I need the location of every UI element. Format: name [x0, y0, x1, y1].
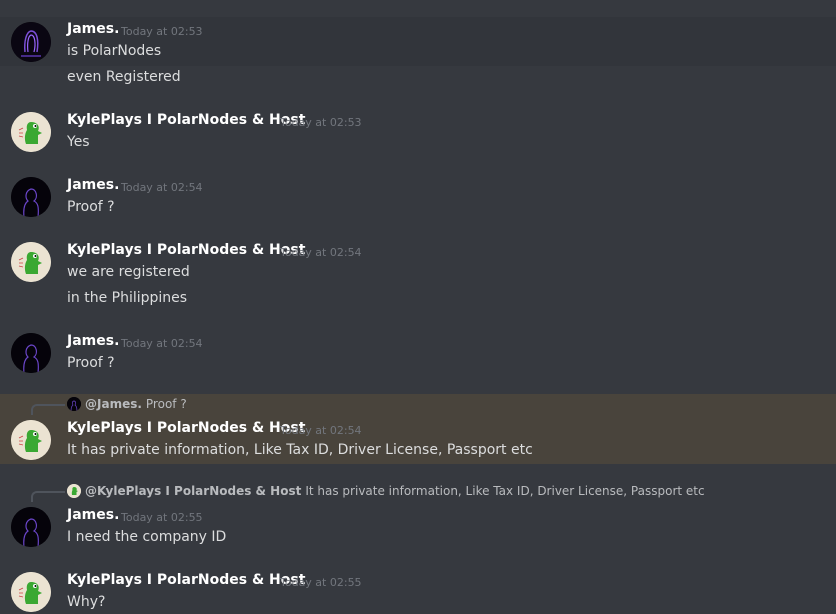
james-avatar[interactable]: [11, 22, 51, 62]
reply-reference[interactable]: @James. Proof ?: [67, 397, 187, 411]
reply-connector: [31, 491, 65, 502]
timestamp: Today at 02:54: [121, 181, 203, 194]
author-name[interactable]: James.: [67, 507, 119, 523]
message-text: Proof ?: [67, 355, 115, 371]
message-text: Proof ?: [67, 199, 115, 215]
timestamp: Today at 02:53: [280, 116, 362, 129]
message-text: It has private information, Like Tax ID,…: [67, 442, 533, 458]
message-text: Why?: [67, 594, 106, 610]
message-text: is PolarNodes: [67, 43, 162, 59]
message-text: in the Philippines: [67, 290, 188, 306]
author-name[interactable]: James.: [67, 21, 119, 37]
reply-connector: [31, 404, 65, 415]
james-avatar[interactable]: [11, 177, 51, 217]
author-name[interactable]: James.: [67, 333, 119, 349]
reply-text[interactable]: It has private information, Like Tax ID,…: [305, 484, 704, 498]
author-name[interactable]: KylePlays I PolarNodes & Host: [67, 112, 305, 128]
author-name[interactable]: KylePlays I PolarNodes & Host: [67, 420, 305, 436]
kyleplays-avatar[interactable]: [11, 572, 51, 612]
message-text: we are registered: [67, 264, 190, 280]
message-text: I need the company ID: [67, 529, 227, 545]
message-text: even Registered: [67, 69, 181, 85]
reply-author[interactable]: @KylePlays I PolarNodes & Host: [85, 484, 301, 498]
author-name[interactable]: KylePlays I PolarNodes & Host: [67, 242, 305, 258]
kyleplays-mini-avatar: [67, 484, 81, 498]
message-text: Yes: [67, 134, 90, 150]
timestamp: Today at 02:55: [121, 511, 203, 524]
james-avatar[interactable]: [11, 333, 51, 373]
kyleplays-avatar[interactable]: [11, 242, 51, 282]
timestamp: Today at 02:53: [121, 25, 203, 38]
author-name[interactable]: James.: [67, 177, 119, 193]
james-mini-avatar: [67, 397, 81, 411]
author-name[interactable]: KylePlays I PolarNodes & Host: [67, 572, 305, 588]
reply-author[interactable]: @James.: [85, 397, 142, 411]
james-avatar[interactable]: [11, 507, 51, 547]
timestamp: Today at 02:55: [280, 576, 362, 589]
kyleplays-avatar[interactable]: [11, 420, 51, 460]
timestamp: Today at 02:54: [280, 246, 362, 259]
reply-reference[interactable]: @KylePlays I PolarNodes & Host It has pr…: [67, 484, 705, 498]
timestamp: Today at 02:54: [121, 337, 203, 350]
timestamp: Today at 02:54: [280, 424, 362, 437]
reply-text[interactable]: Proof ?: [146, 397, 187, 411]
kyleplays-avatar[interactable]: [11, 112, 51, 152]
